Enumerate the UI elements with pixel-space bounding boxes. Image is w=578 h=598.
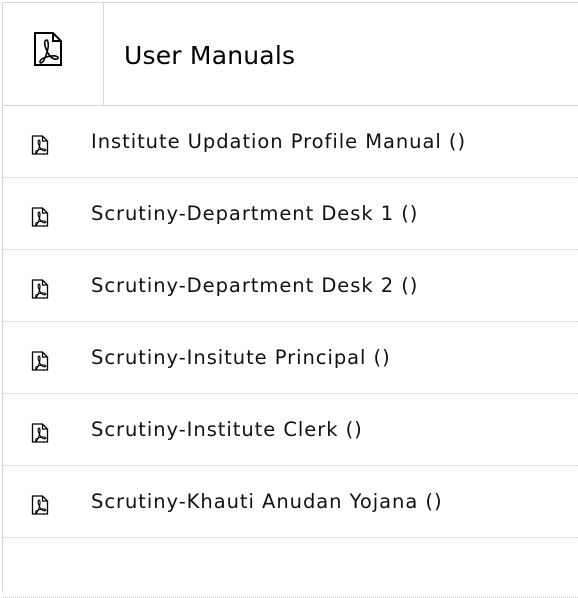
panel-header: User Manuals bbox=[3, 3, 578, 106]
pdf-icon bbox=[31, 207, 49, 227]
manual-link-label: Scrutiny-Khauti Anudan Yojana () bbox=[91, 490, 443, 513]
manual-link-label: Scrutiny-Department Desk 1 () bbox=[91, 202, 419, 225]
manual-link-label: Scrutiny-Department Desk 2 () bbox=[91, 274, 419, 297]
manual-link[interactable]: Scrutiny-Department Desk 1 () bbox=[3, 178, 578, 250]
manual-link[interactable]: Scrutiny-Insitute Principal () bbox=[3, 322, 578, 394]
pdf-icon bbox=[31, 135, 49, 155]
pdf-icon bbox=[31, 495, 49, 515]
page-title: User Manuals bbox=[124, 41, 296, 70]
pdf-icon bbox=[31, 279, 49, 299]
manual-link-label: Institute Updation Profile Manual () bbox=[91, 130, 467, 153]
manual-link-label: Scrutiny-Institute Clerk () bbox=[91, 418, 363, 441]
pdf-icon bbox=[34, 32, 62, 66]
pdf-icon bbox=[31, 423, 49, 443]
manual-link[interactable]: Scrutiny-Institute Clerk () bbox=[3, 394, 578, 466]
manual-link[interactable]: Scrutiny-Khauti Anudan Yojana () bbox=[3, 466, 578, 538]
manual-link[interactable]: Scrutiny-Department Desk 2 () bbox=[3, 250, 578, 322]
manual-link[interactable]: Institute Updation Profile Manual () bbox=[3, 106, 578, 178]
empty-row bbox=[3, 538, 578, 598]
header-icon-cell bbox=[3, 3, 104, 105]
user-manuals-panel: User Manuals Institute Updation Profile … bbox=[2, 2, 578, 598]
manual-list: Institute Updation Profile Manual () Scr… bbox=[3, 106, 578, 598]
manual-link-label: Scrutiny-Insitute Principal () bbox=[91, 346, 391, 369]
pdf-icon bbox=[31, 351, 49, 371]
